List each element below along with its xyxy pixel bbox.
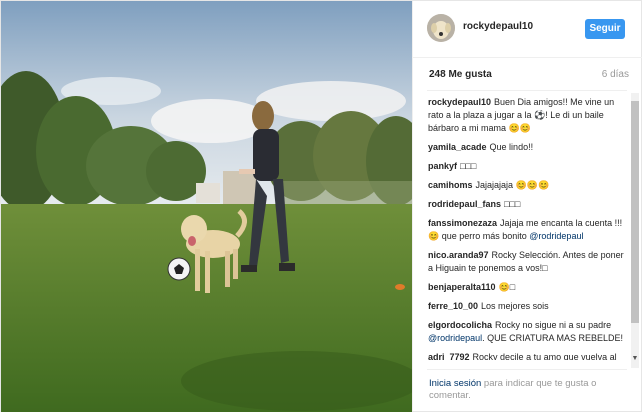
post-age[interactable]: 6 días bbox=[602, 69, 629, 80]
comment-text: □□□ bbox=[460, 161, 477, 171]
avatar-dog-icon bbox=[427, 14, 455, 42]
post-username[interactable]: rockydepaul10 bbox=[463, 21, 533, 32]
follow-button[interactable]: Seguir bbox=[585, 19, 625, 39]
post-stats: 248 Me gusta 6 días bbox=[429, 69, 629, 85]
comment-username[interactable]: ferre_10_00 bbox=[428, 301, 478, 311]
comment-text: Que lindo!! bbox=[489, 142, 534, 152]
triangle-down-icon[interactable]: ▼ bbox=[630, 355, 640, 367]
comment-username[interactable]: yamila_acade bbox=[428, 142, 487, 152]
list-item: benjaperalta110 😊□ bbox=[428, 281, 624, 294]
list-item: ferre_10_00 Los mejores sois bbox=[428, 300, 624, 313]
login-link[interactable]: Inicia sesión bbox=[429, 378, 481, 389]
list-item: fanssimonezaza Jajaja me encanta la cuent… bbox=[428, 217, 624, 243]
comment-text: Los mejores sois bbox=[481, 301, 549, 311]
list-item: pankyf □□□ bbox=[428, 160, 624, 173]
list-item: camihoms Jajajajaja 😊😊😊 bbox=[428, 179, 624, 192]
list-item: nico.aranda97 Rocky Selección. Antes de p… bbox=[428, 249, 624, 275]
comment-username[interactable]: adri_7792 bbox=[428, 352, 470, 360]
comment-username[interactable]: rodridepaul_fans bbox=[428, 199, 501, 209]
list-item: yamila_acade Que lindo!! bbox=[428, 141, 624, 154]
list-item: elgordocolicha Rocky no sigue ni a su pad… bbox=[428, 319, 624, 345]
park-scene-image bbox=[1, 1, 412, 412]
list-item: rockydepaul10 Buen Dia amigos!! Me vine u… bbox=[428, 96, 624, 135]
instagram-post-embed: rockydepaul10 Seguir 248 Me gusta 6 días… bbox=[0, 0, 642, 412]
comment-scrollbar[interactable]: ▼ bbox=[630, 93, 640, 368]
post-sidebar: rockydepaul10 Seguir 248 Me gusta 6 días… bbox=[412, 1, 642, 411]
post-photo[interactable] bbox=[1, 1, 412, 412]
comment-text: 😊□ bbox=[498, 282, 516, 292]
comment-username[interactable]: benjaperalta110 bbox=[428, 282, 496, 292]
mention-link[interactable]: @rodridepaul bbox=[529, 231, 583, 241]
divider bbox=[427, 369, 627, 370]
comment-username[interactable]: elgordocolicha bbox=[428, 320, 492, 330]
comment-list[interactable]: rockydepaul10 Buen Dia amigos!! Me vine u… bbox=[428, 96, 624, 360]
avatar[interactable] bbox=[427, 14, 455, 42]
divider bbox=[427, 90, 627, 91]
comment-username[interactable]: fanssimonezaza bbox=[428, 218, 497, 228]
likes-count[interactable]: 248 Me gusta bbox=[429, 69, 492, 80]
post-header: rockydepaul10 Seguir bbox=[413, 1, 642, 58]
comment-username[interactable]: rockydepaul10 bbox=[428, 97, 491, 107]
mention-link[interactable]: @rodridepaul bbox=[428, 333, 482, 343]
comment-username[interactable]: camihoms bbox=[428, 180, 473, 190]
comment-username[interactable]: pankyf bbox=[428, 161, 457, 171]
comment-text: Rocky no sigue ni a su padre bbox=[495, 320, 612, 330]
comment-username[interactable]: nico.aranda97 bbox=[428, 250, 489, 260]
list-item: adri_7792 Rocky decile a tu amo que vuelv… bbox=[428, 351, 624, 360]
comment-text: Jajajajaja 😊😊😊 bbox=[475, 180, 550, 190]
login-prompt: Inicia sesión para indicar que te gusta … bbox=[429, 378, 619, 402]
comment-text: □□□ bbox=[504, 199, 521, 209]
scrollbar-thumb[interactable] bbox=[631, 101, 639, 323]
comment-text: . QUE CRIATURA MAS REBELDE! bbox=[482, 333, 624, 343]
list-item: rodridepaul_fans □□□ bbox=[428, 198, 624, 211]
